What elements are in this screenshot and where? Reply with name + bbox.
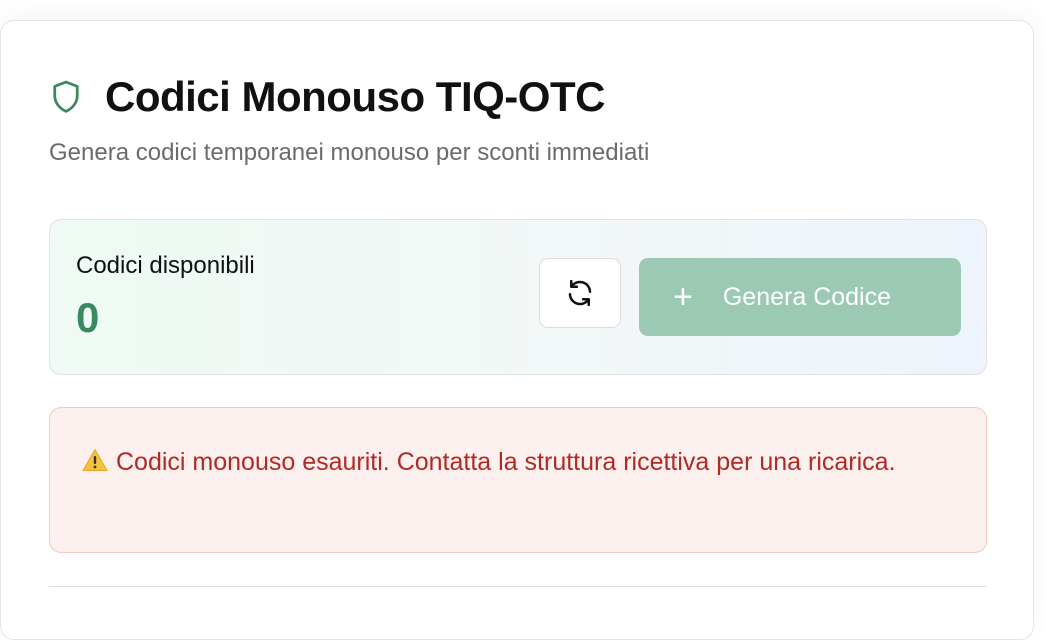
available-codes-count: 0	[76, 294, 100, 341]
plus-icon: +	[673, 278, 693, 316]
available-codes-label: Codici disponibili	[76, 252, 255, 279]
page-subtitle: Genera codici temporanei monouso per sco…	[49, 139, 650, 166]
page-title: Codici Monouso TIQ-OTC	[105, 73, 605, 120]
alert-message: Codici monouso esauriti. Contatta la str…	[116, 448, 896, 476]
otc-card: Codici Monouso TIQ-OTC Genera codici tem…	[0, 20, 1034, 640]
card-header: Codici Monouso TIQ-OTC	[49, 73, 605, 121]
section-divider	[49, 586, 987, 587]
codes-exhausted-alert: Codici monouso esauriti. Contatta la str…	[49, 407, 987, 553]
refresh-icon	[565, 278, 595, 308]
generate-code-button[interactable]: + Genera Codice	[639, 258, 961, 336]
availability-panel: Codici disponibili 0 + Genera Codice	[49, 219, 987, 375]
warning-icon	[82, 444, 108, 484]
refresh-button[interactable]	[539, 258, 621, 328]
shield-icon	[49, 78, 83, 116]
generate-code-label: Genera Codice	[722, 282, 892, 311]
alert-message-container: Codici monouso esauriti. Contatta la str…	[82, 442, 954, 484]
